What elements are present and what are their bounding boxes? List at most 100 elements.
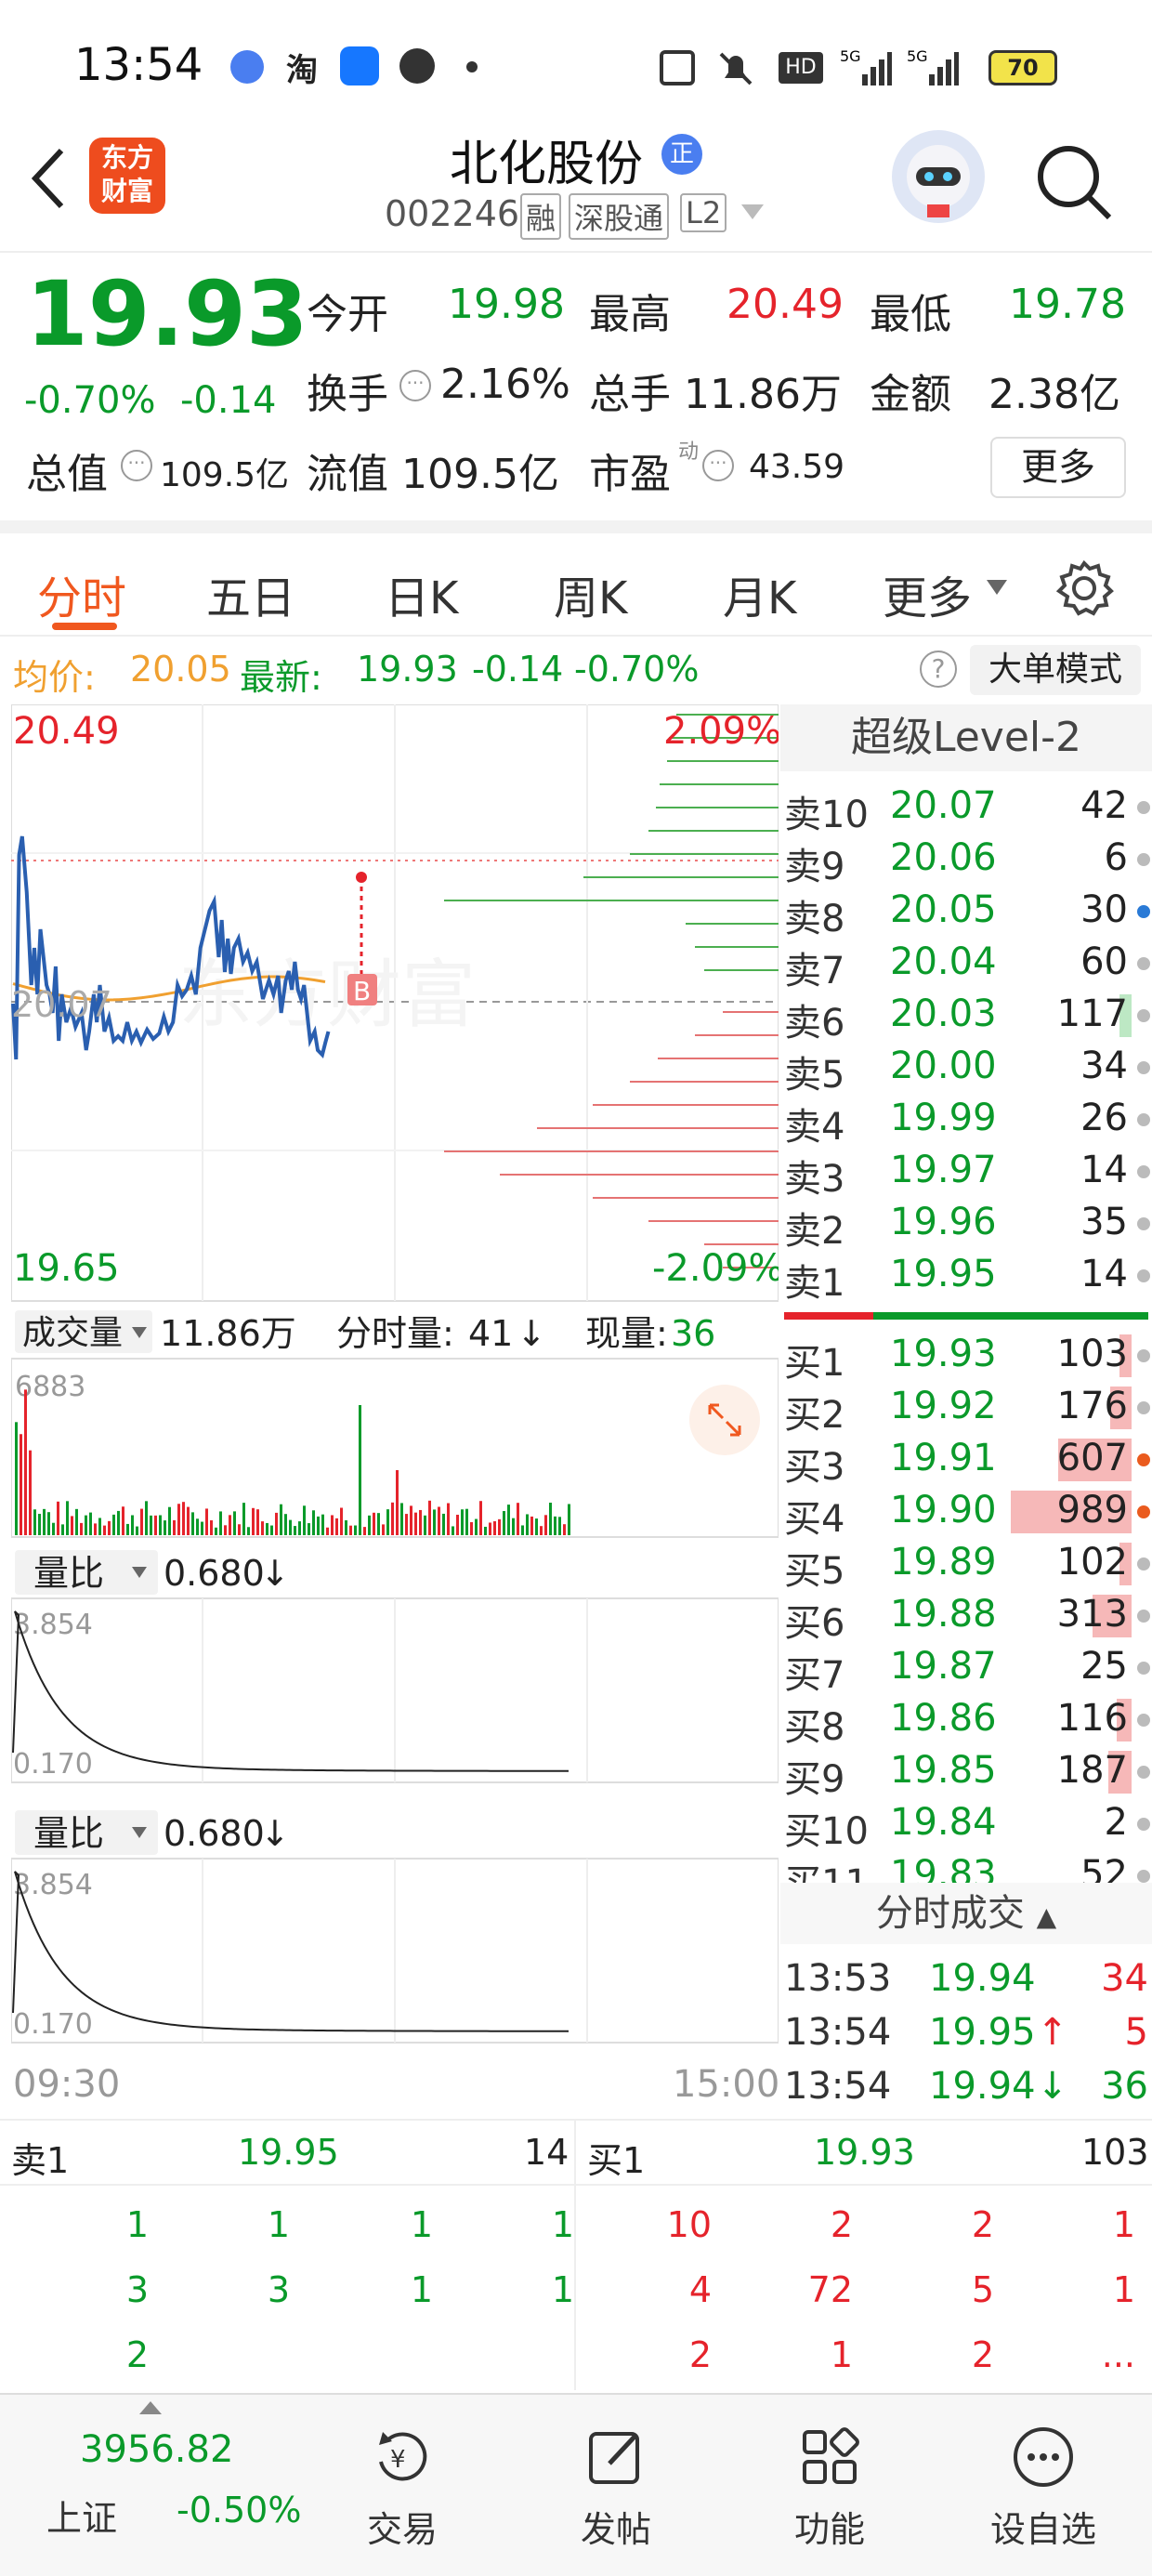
bid-row[interactable]: 买10 19.84 2	[780, 1797, 1152, 1853]
queue-sell-order: 3	[125, 2269, 149, 2310]
tab-more[interactable]: 更多	[883, 561, 972, 626]
change-pct: -0.70%	[24, 379, 156, 422]
level-price: 19.99	[890, 1097, 997, 1139]
queue-buy-order: 2	[971, 2204, 994, 2245]
level-volume: 26	[1080, 1097, 1128, 1139]
nav-trade-label: 交易	[366, 2509, 438, 2550]
big-order-mode-button[interactable]: 大单模式	[970, 645, 1141, 695]
gear-icon[interactable]	[1054, 558, 1115, 619]
queue-buy-order: 2	[830, 2204, 853, 2245]
intraday-chart[interactable]: 东方财富 B 20.49 20.07 19.65 2.09% -2.09% 成交…	[10, 703, 784, 1912]
nav-functions[interactable]: 功能	[760, 2395, 899, 2552]
tick-time: 13:54	[784, 2011, 892, 2054]
tick-time: 13:53	[784, 1957, 892, 2000]
help-icon[interactable]: ?	[920, 651, 957, 688]
nav-trade[interactable]: ¥ 交易	[333, 2395, 472, 2552]
index-value[interactable]: 3956.82	[80, 2428, 233, 2471]
turnover-value: 2.16%	[440, 361, 570, 408]
bid-row[interactable]: 买1 19.93 103	[780, 1329, 1152, 1385]
stock-header: 东方 财富 北化股份 正 002246 融 深股通 L2	[0, 112, 1152, 251]
bid-row[interactable]: 买4 19.90 989	[780, 1485, 1152, 1541]
bid-row[interactable]: 买3 19.91 607	[780, 1433, 1152, 1489]
level-dot-icon	[1137, 1662, 1150, 1675]
level-label: 买1	[784, 1342, 845, 1385]
bid-row[interactable]: 买6 19.88 313	[780, 1589, 1152, 1645]
more-info-icon[interactable]: ···	[399, 370, 431, 401]
tick-row: 13:54 19.94 ↓ 36	[780, 2061, 1152, 2113]
level-label: 买2	[784, 1394, 845, 1437]
level-volume: 14	[1080, 1253, 1128, 1295]
latest-change: -0.14	[472, 649, 564, 690]
ratio-panel-2: 量比 0.680 ↓ 3.854 0.170 09:30 15:00	[10, 1782, 779, 2119]
level-label: 买6	[784, 1602, 845, 1645]
orderbook-title[interactable]: 超级Level-2	[780, 704, 1152, 771]
level-dot-icon	[1137, 1610, 1150, 1623]
ask-row[interactable]: 卖7 20.04 60	[780, 937, 1152, 992]
chart-area: 东方财富 B 20.49 20.07 19.65 2.09% -2.09% 成交…	[10, 703, 784, 1916]
bid-row[interactable]: 买7 19.87 25	[780, 1641, 1152, 1697]
app-logo[interactable]: 东方 财富	[89, 138, 165, 214]
more-button[interactable]: 更多	[990, 437, 1126, 498]
ratio-2-value: 0.680	[164, 1813, 265, 1854]
ask-row[interactable]: 卖1 19.95 14	[780, 1249, 1152, 1305]
queue-buy-order: 1	[1112, 2204, 1135, 2245]
robot-assistant-icon[interactable]	[892, 130, 985, 223]
tick-volume-value: 41	[468, 1313, 513, 1354]
logo-line2: 财富	[100, 176, 153, 206]
level-price: 19.84	[890, 1801, 997, 1844]
down-arrow-icon: ↓	[260, 1813, 290, 1854]
level-label: 买7	[784, 1654, 845, 1697]
level-label: 卖9	[784, 846, 845, 888]
tick-row: 13:54 19.95 ↑ 5	[780, 2007, 1152, 2059]
nav-add-watchlist[interactable]: 设自选	[974, 2395, 1113, 2552]
tab-weekly-k[interactable]: 周K	[554, 561, 627, 626]
ask-row[interactable]: 卖5 20.00 34	[780, 1041, 1152, 1097]
more-info-icon[interactable]: ···	[702, 450, 734, 481]
tick-price: 19.95	[929, 2011, 1036, 2054]
ask-row[interactable]: 卖4 19.99 26	[780, 1093, 1152, 1149]
ticks-title-label: 分时成交	[875, 1892, 1025, 1935]
ask-row[interactable]: 卖6 20.03 117	[780, 989, 1152, 1045]
verified-badge: 正	[661, 134, 702, 175]
ticks-title[interactable]: 分时成交 ▲	[780, 1883, 1152, 1944]
queue-sell-price: 19.95	[238, 2132, 339, 2173]
ask-row[interactable]: 卖10 20.07 42	[780, 781, 1152, 836]
more-info-icon[interactable]: ···	[121, 450, 152, 481]
bid-row[interactable]: 买2 19.92 176	[780, 1381, 1152, 1437]
ask-row[interactable]: 卖8 20.05 30	[780, 885, 1152, 940]
tick-volume-label: 分时量:	[336, 1313, 454, 1354]
pe-label: 市盈	[589, 451, 671, 498]
avg-label: 均价:	[13, 657, 96, 698]
bid-row[interactable]: 买5 19.89 102	[780, 1537, 1152, 1593]
dot-icon	[466, 61, 478, 72]
tab-intraday[interactable]: 分时	[37, 561, 126, 626]
tab-5day[interactable]: 五日	[206, 561, 295, 626]
pct-axis-top: 2.09%	[663, 710, 779, 753]
level-volume: 116	[1056, 1697, 1128, 1740]
amount-label: 金额	[870, 371, 951, 418]
buy-sell-ratio-red	[784, 1312, 873, 1320]
queue-sell-order: 1	[551, 2269, 574, 2310]
bid-row[interactable]: 买11 19.83 52	[780, 1849, 1152, 1886]
chevron-down-icon[interactable]	[740, 203, 766, 221]
level-dot-icon	[1137, 1557, 1150, 1571]
level-volume: 102	[1056, 1541, 1128, 1584]
level-price: 19.93	[890, 1333, 997, 1375]
tab-daily-k[interactable]: 日K	[385, 561, 458, 626]
buy-sell-ratio-green	[873, 1312, 1148, 1320]
back-icon[interactable]	[20, 141, 76, 216]
level-price: 19.87	[890, 1645, 997, 1688]
latest-change-pct: -0.70%	[574, 649, 700, 690]
ask-row[interactable]: 卖2 19.96 35	[780, 1197, 1152, 1253]
turnover-label: 换手	[307, 371, 388, 418]
nav-post[interactable]: 发帖	[546, 2395, 686, 2552]
bid-row[interactable]: 买9 19.85 187	[780, 1745, 1152, 1801]
bid-row[interactable]: 买8 19.86 116	[780, 1693, 1152, 1749]
ask-row[interactable]: 卖9 20.06 6	[780, 833, 1152, 888]
tab-monthly-k[interactable]: 月K	[723, 561, 796, 626]
level-dot-icon	[1137, 1009, 1150, 1022]
search-icon[interactable]	[1031, 139, 1115, 223]
ask-row[interactable]: 卖3 19.97 14	[780, 1145, 1152, 1201]
expand-button[interactable]	[689, 1385, 760, 1455]
level-dot-icon	[1137, 1217, 1150, 1230]
